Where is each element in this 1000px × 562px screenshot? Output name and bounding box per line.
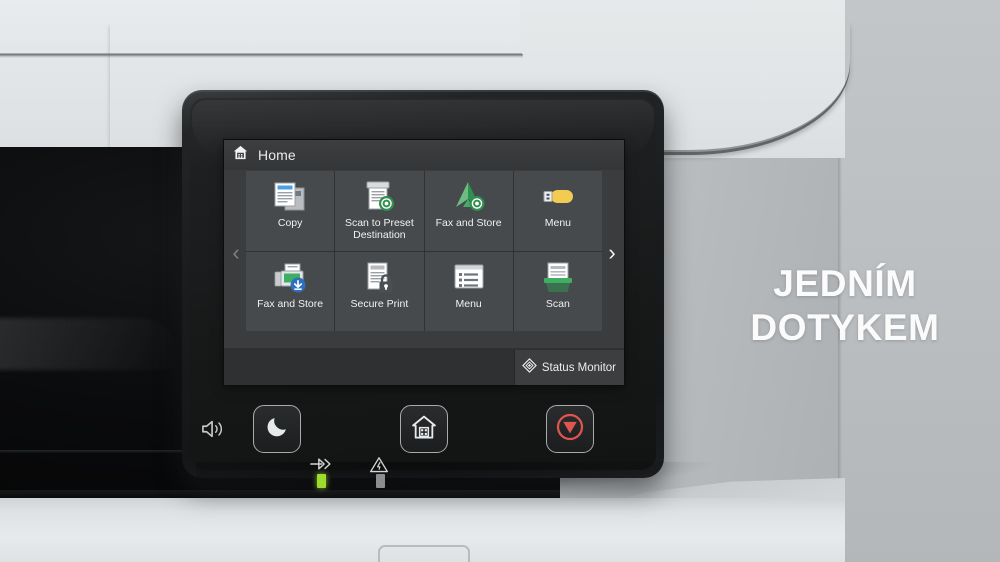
sleep-button[interactable] — [253, 405, 301, 453]
screenshot-stage: Home ‹ › Copy Scan to Preset Destination… — [0, 0, 1000, 562]
tile-label: Scan to Preset Destination — [344, 217, 414, 241]
printer-recess-highlight — [0, 318, 180, 370]
error-indicator — [376, 474, 385, 488]
tile-label: Copy — [277, 217, 303, 229]
tile-menu[interactable]: Menu — [424, 251, 513, 331]
stop-button[interactable] — [546, 405, 594, 453]
prev-page-chevron-icon[interactable]: ‹ — [225, 240, 247, 266]
status-monitor-label: Status Monitor — [541, 361, 616, 374]
tile-label: Fax and Store — [435, 217, 502, 229]
tile-label: Fax and Store — [257, 297, 324, 310]
control-panel-shadow — [196, 462, 716, 492]
tile-scan[interactable]: Scan — [513, 251, 602, 331]
marketing-headline: JEDNÍM DOTYKEM — [700, 262, 990, 350]
app-tile-grid: Copy Scan to Preset Destination Fax and … — [246, 171, 602, 331]
lcd-touchscreen[interactable]: Home ‹ › Copy Scan to Preset Destination… — [224, 140, 624, 385]
headline-line-1: JEDNÍM — [773, 263, 917, 304]
diamond-status-icon — [521, 357, 537, 378]
tile-memory-media-print[interactable]: Menu — [513, 171, 602, 251]
tile-fax-and-store[interactable]: Fax and Store — [246, 251, 335, 331]
scan-preset-arrow-icon — [451, 178, 487, 216]
tile-label: Menu — [544, 217, 571, 229]
scanner-tray-icon — [540, 259, 576, 297]
page-title: Home — [258, 147, 296, 163]
headline-line-2: DOTYKEM — [750, 307, 940, 348]
moon-icon — [265, 414, 290, 444]
speaker-volume-icon — [200, 418, 226, 445]
tile-label: Scan — [545, 297, 570, 310]
stop-icon — [555, 412, 585, 447]
tile-scan-to-preset-destination[interactable]: Fax and Store — [424, 171, 513, 251]
usb-drive-icon — [540, 178, 576, 216]
screen-header: Home — [224, 140, 624, 170]
print-template-icon — [361, 178, 397, 216]
fax-store-icon — [272, 259, 308, 297]
copy-documents-icon — [272, 178, 308, 216]
home-button[interactable] — [400, 405, 448, 453]
tile-label: Secure Print — [350, 297, 409, 310]
tile-secure-print[interactable]: Secure Print — [335, 251, 424, 331]
tile-label: Menu — [455, 297, 482, 310]
app-grid-area: ‹ › Copy Scan to Preset Destination Fax … — [224, 170, 624, 378]
paper-tray-notch[interactable] — [378, 545, 470, 562]
menu-list-icon — [451, 259, 487, 297]
data-indicator — [317, 474, 326, 488]
tile-print-template[interactable]: Scan to Preset Destination — [335, 171, 424, 251]
tile-copy[interactable]: Copy — [246, 171, 335, 251]
secure-print-lock-icon — [361, 259, 397, 297]
home-icon — [232, 144, 249, 166]
next-page-chevron-icon[interactable]: › — [601, 240, 623, 266]
status-monitor-button[interactable]: Status Monitor — [513, 350, 624, 385]
home-icon — [411, 414, 437, 445]
screen-status-bar: Status Monitor — [224, 350, 624, 385]
